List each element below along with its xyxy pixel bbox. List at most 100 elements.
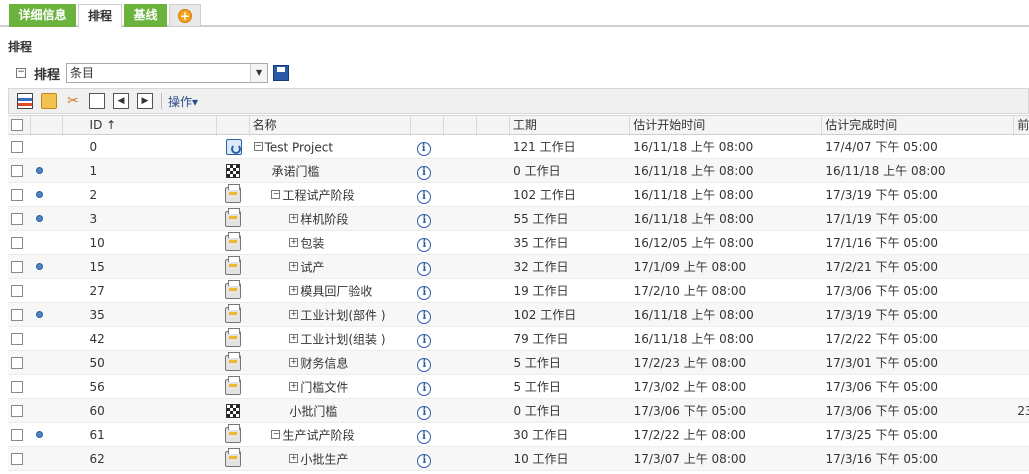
info-icon[interactable]: i [417,166,432,180]
row-select[interactable] [8,183,31,207]
column-header-name[interactable]: 名称 [250,116,411,136]
row-checkbox[interactable] [11,452,23,465]
row-name[interactable]: + 包装 [249,231,411,255]
row-name-text[interactable]: 包装 [300,237,324,251]
expand-icon[interactable]: + [289,334,299,343]
new-folder-icon[interactable] [41,93,57,109]
row-name[interactable]: 小批门槛 [249,399,411,423]
row-name-text[interactable]: 试产 [300,261,324,275]
row-select[interactable] [8,135,31,159]
tab-baseline[interactable]: 基线 [124,4,167,27]
row-checkbox[interactable] [11,308,23,321]
row-name[interactable]: + 模具回厂验收 [249,279,411,303]
expand-icon[interactable]: + [289,310,299,319]
row-checkbox[interactable] [11,212,23,225]
expand-icon[interactable]: + [289,238,299,247]
row-name[interactable]: 承诺门槛 [249,159,411,183]
row-name-text[interactable]: Test Project [265,141,334,155]
column-header-predecessor[interactable]: 前 [1014,116,1029,136]
table-row[interactable]: 60 小批门槛 i 0 工作日 17/3/06 下午 05:00 17/3/06… [8,399,1029,423]
row-name[interactable]: + 工业计划(组装 ) [249,327,411,351]
row-name[interactable]: − 工程试产阶段 [249,183,411,207]
expand-icon[interactable]: + [289,382,299,391]
cut-icon[interactable]: ✂ [65,93,81,109]
row-name[interactable]: + 小批生产 [249,447,411,471]
row-name-text[interactable]: 工业计划(组装 ) [300,333,385,347]
info-icon[interactable]: i [417,190,432,204]
row-name[interactable]: + 样机阶段 [249,207,411,231]
info-icon[interactable]: i [417,214,432,228]
table-row[interactable]: 61 − 生产试产阶段 i 30 工作日 17/2/22 上午 08:00 17/… [8,423,1029,447]
row-checkbox[interactable] [11,140,23,153]
row-name[interactable]: + 财务信息 [249,351,411,375]
row-name-text[interactable]: 财务信息 [300,357,348,371]
table-row[interactable]: 35 + 工业计划(部件 ) i 102 工作日 16/11/18 上午 08:0… [8,303,1029,327]
save-icon[interactable] [273,65,290,81]
row-name-text[interactable]: 工业计划(部件 ) [300,309,385,323]
table-row[interactable]: 1 承诺门槛 i 0 工作日 16/11/18 上午 08:00 16/11/1… [8,159,1029,183]
expand-icon[interactable]: + [289,214,299,223]
tab-details[interactable]: 详细信息 [9,4,76,27]
row-select[interactable] [8,423,31,447]
select-all-checkbox[interactable] [11,118,23,131]
row-checkbox[interactable] [11,428,23,441]
column-header-duration[interactable]: 工期 [510,116,631,136]
collapse-icon[interactable]: − [253,142,263,151]
table-row[interactable]: 0 − Test Project i 121 工作日 16/11/18 上午 08… [8,135,1029,159]
row-name-text[interactable]: 小批生产 [300,453,348,467]
column-header-end[interactable]: 估计完成时间 [822,116,1015,136]
row-select[interactable] [8,375,31,399]
row-checkbox[interactable] [11,236,23,249]
info-icon[interactable]: i [417,454,432,468]
row-name-text[interactable]: 生产试产阶段 [282,429,354,443]
expand-icon[interactable]: + [289,286,299,295]
expand-icon[interactable]: + [289,358,299,367]
tab-add[interactable]: + [169,4,201,27]
row-select[interactable] [8,255,31,279]
info-icon[interactable]: i [417,286,432,300]
table-row[interactable]: 10 + 包装 i 35 工作日 16/12/05 上午 08:00 17/1/1… [8,231,1029,255]
collapse-icon[interactable]: − [271,430,281,439]
table-row[interactable]: 27 + 模具回厂验收 i 19 工作日 17/2/10 上午 08:00 17/… [8,279,1029,303]
operations-menu[interactable]: 操作▾ [168,93,198,110]
row-checkbox[interactable] [11,380,23,393]
table-row[interactable]: 50 + 财务信息 i 5 工作日 17/2/23 上午 08:00 17/3/0… [8,351,1029,375]
row-name-text[interactable]: 工程试产阶段 [282,189,354,203]
row-name-text[interactable]: 模具回厂验收 [300,285,372,299]
row-select[interactable] [8,447,31,471]
collapse-icon[interactable]: − [16,68,26,78]
view-select[interactable]: 条目 ▼ [66,63,269,83]
row-checkbox[interactable] [11,188,23,201]
row-select[interactable] [8,303,31,327]
row-checkbox[interactable] [11,284,23,297]
info-icon[interactable]: i [417,358,432,372]
table-row[interactable]: 15 + 试产 i 32 工作日 17/1/09 上午 08:00 17/2/21… [8,255,1029,279]
table-row[interactable]: 62 + 小批生产 i 10 工作日 17/3/07 上午 08:00 17/3/… [8,447,1029,471]
row-select[interactable] [8,399,31,423]
row-select[interactable] [8,207,31,231]
row-name[interactable]: + 门槛文件 [249,375,411,399]
row-checkbox[interactable] [11,332,23,345]
row-name[interactable]: − 生产试产阶段 [249,423,411,447]
table-row[interactable]: 42 + 工业计划(组装 ) i 79 工作日 16/11/18 上午 08:00… [8,327,1029,351]
column-header-id[interactable]: ID ↑ [63,116,217,136]
info-icon[interactable]: i [417,238,432,252]
row-name-text[interactable]: 承诺门槛 [271,165,319,179]
info-icon[interactable]: i [417,262,432,276]
row-checkbox[interactable] [11,404,23,417]
paste-icon[interactable] [89,93,105,109]
indent-icon[interactable]: ▶ [137,93,153,109]
row-select[interactable] [8,351,31,375]
expand-icon[interactable]: + [289,454,299,463]
row-checkbox[interactable] [11,260,23,273]
info-icon[interactable]: i [417,334,432,348]
row-name-text[interactable]: 小批门槛 [289,405,337,419]
row-checkbox[interactable] [11,164,23,177]
tab-schedule[interactable]: 排程 [78,4,122,28]
gantt-icon[interactable] [17,93,33,109]
row-select[interactable] [8,231,31,255]
table-row[interactable]: 56 + 门槛文件 i 5 工作日 17/3/02 上午 08:00 17/3/0… [8,375,1029,399]
collapse-icon[interactable]: − [271,190,281,199]
row-name[interactable]: − Test Project [250,135,411,159]
row-select[interactable] [8,279,31,303]
